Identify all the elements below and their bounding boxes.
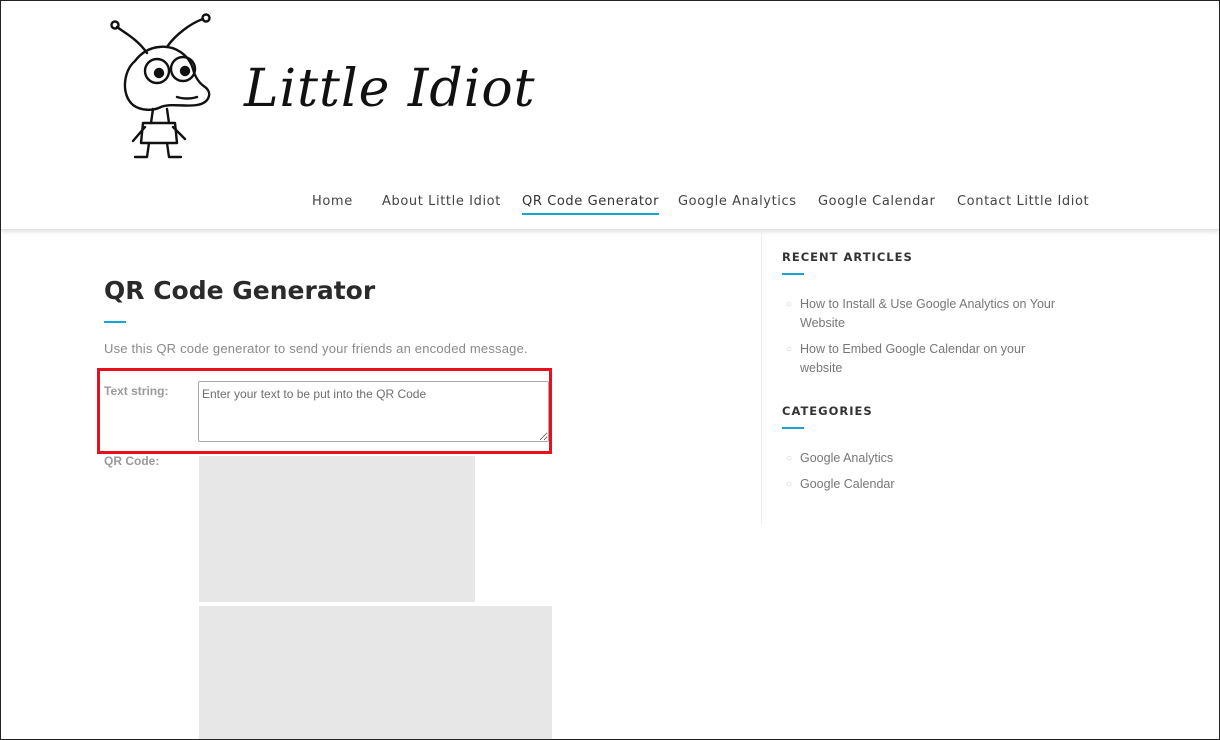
intro-text: Use this QR code generator to send your … (104, 341, 528, 356)
nav-google-analytics[interactable]: Google Analytics (678, 194, 797, 209)
nav-qr-code-generator[interactable]: QR Code Generator (522, 194, 660, 215)
text-string-label: Text string: (104, 384, 169, 398)
category-item[interactable]: ○ Google Calendar (786, 475, 1061, 494)
recent-article-link[interactable]: How to Embed Google Calendar on your web… (800, 342, 1025, 375)
nav-home[interactable]: Home (312, 194, 353, 209)
categories-list: ○ Google Analytics ○ Google Calendar (786, 449, 1061, 494)
nav-qr-code-generator-label: QR Code Generator (522, 194, 660, 209)
category-link[interactable]: Google Analytics (800, 451, 893, 465)
ant-mascot-icon[interactable] (105, 11, 217, 163)
circle-bullet-icon: ○ (786, 299, 793, 310)
category-link[interactable]: Google Calendar (800, 477, 895, 491)
circle-bullet-icon: ○ (786, 479, 793, 490)
main-nav: Home About Little Idiot QR Code Generato… (1, 194, 1219, 218)
nav-active-underline (522, 213, 660, 215)
recent-article-item[interactable]: ○ How to Embed Google Calendar on your w… (786, 340, 1061, 378)
text-string-input[interactable] (198, 381, 549, 442)
page-title: QR Code Generator (104, 276, 376, 305)
sidebar-divider (761, 231, 762, 524)
page-frame: Little Idiot Home About Little Idiot QR … (0, 0, 1220, 740)
title-accent-line (104, 321, 126, 323)
nav-about[interactable]: About Little Idiot (382, 194, 501, 209)
qr-output-placeholder (199, 606, 552, 739)
site-header: Little Idiot Home About Little Idiot QR … (1, 1, 1219, 230)
circle-bullet-icon: ○ (786, 453, 793, 464)
recent-articles-title: RECENT ARTICLES (782, 250, 913, 264)
circle-bullet-icon: ○ (786, 344, 793, 355)
categories-accent (782, 427, 804, 429)
categories-title: CATEGORIES (782, 404, 873, 418)
recent-articles-accent (782, 273, 804, 275)
recent-article-item[interactable]: ○ How to Install & Use Google Analytics … (786, 295, 1061, 333)
site-logo-text[interactable]: Little Idiot (244, 59, 536, 119)
category-item[interactable]: ○ Google Analytics (786, 449, 1061, 468)
qr-code-label: QR Code: (104, 454, 160, 468)
nav-google-calendar[interactable]: Google Calendar (818, 194, 935, 209)
nav-contact[interactable]: Contact Little Idiot (957, 194, 1089, 209)
recent-article-link[interactable]: How to Install & Use Google Analytics on… (800, 297, 1055, 330)
qr-code-placeholder (199, 456, 475, 602)
recent-articles-list: ○ How to Install & Use Google Analytics … (786, 295, 1061, 378)
